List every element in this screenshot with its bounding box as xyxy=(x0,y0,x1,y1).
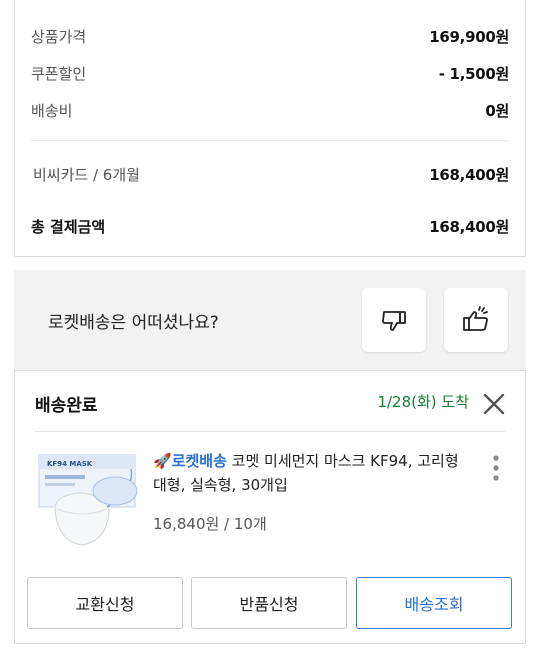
product-image-label: KF94 MASK xyxy=(47,460,93,468)
close-icon[interactable] xyxy=(481,391,507,417)
product-name[interactable]: 🚀로켓배송 코멧 미세먼지 마스크 KF94, 고리형 대형, 실속형, 30개… xyxy=(153,449,473,497)
thumbs-up-icon xyxy=(463,306,488,331)
shipping-fee-label: 배송비 xyxy=(31,102,73,120)
summary-row-shipping: 배송비 0원 xyxy=(31,100,509,121)
payment-method-label: 비씨카드 / 6개월 xyxy=(33,166,140,184)
delivery-card: 배송완료 1/28(화) 도착 KF94 MASK 🚀로켓배송 코멧 미세먼지 … xyxy=(14,370,526,644)
product-price-value: 169,900원 xyxy=(429,28,509,46)
product-price-label: 상품가격 xyxy=(31,28,87,46)
total-amount-value: 168,400원 xyxy=(429,218,509,236)
shipping-fee-value: 0원 xyxy=(485,102,509,120)
total-amount-label: 총 결제금액 xyxy=(31,218,106,236)
delivery-divider xyxy=(35,431,505,432)
rocket-delivery-badge: 로켓배송 xyxy=(171,452,227,470)
thumbs-down-icon xyxy=(382,311,406,331)
thumbs-up-button[interactable] xyxy=(444,288,508,352)
coupon-discount-value: - 1,500원 xyxy=(438,65,510,83)
product-price-qty: 16,840원 / 10개 xyxy=(153,515,267,533)
rocket-delivery-feedback: 로켓배송은 어떠셨나요? xyxy=(14,270,526,370)
summary-row-payment-method: 비씨카드 / 6개월 168,400원 xyxy=(31,164,509,185)
feedback-question: 로켓배송은 어떠셨나요? xyxy=(48,313,219,333)
coupon-discount-label: 쿠폰할인 xyxy=(31,65,87,83)
arrival-date: 1/28(화) 도착 xyxy=(377,393,469,411)
exchange-request-button[interactable]: 교환신청 xyxy=(27,577,183,629)
summary-row-total: 총 결제금액 168,400원 xyxy=(31,216,509,237)
payment-method-value: 168,400원 xyxy=(429,166,509,184)
more-options-icon[interactable] xyxy=(489,453,503,483)
rocket-icon: 🚀 xyxy=(153,452,172,470)
summary-row-product-price: 상품가격 169,900원 xyxy=(31,26,509,47)
summary-row-coupon: 쿠폰할인 - 1,500원 xyxy=(31,63,509,84)
thumbs-down-button[interactable] xyxy=(362,288,426,352)
track-delivery-button[interactable]: 배송조회 xyxy=(356,577,512,629)
product-image[interactable]: KF94 MASK xyxy=(35,449,149,549)
summary-divider xyxy=(31,140,509,141)
return-request-button[interactable]: 반품신청 xyxy=(191,577,347,629)
delivery-status: 배송완료 xyxy=(35,396,98,416)
price-summary-card: 상품가격 169,900원 쿠폰할인 - 1,500원 배송비 0원 비씨카드 … xyxy=(14,0,526,257)
